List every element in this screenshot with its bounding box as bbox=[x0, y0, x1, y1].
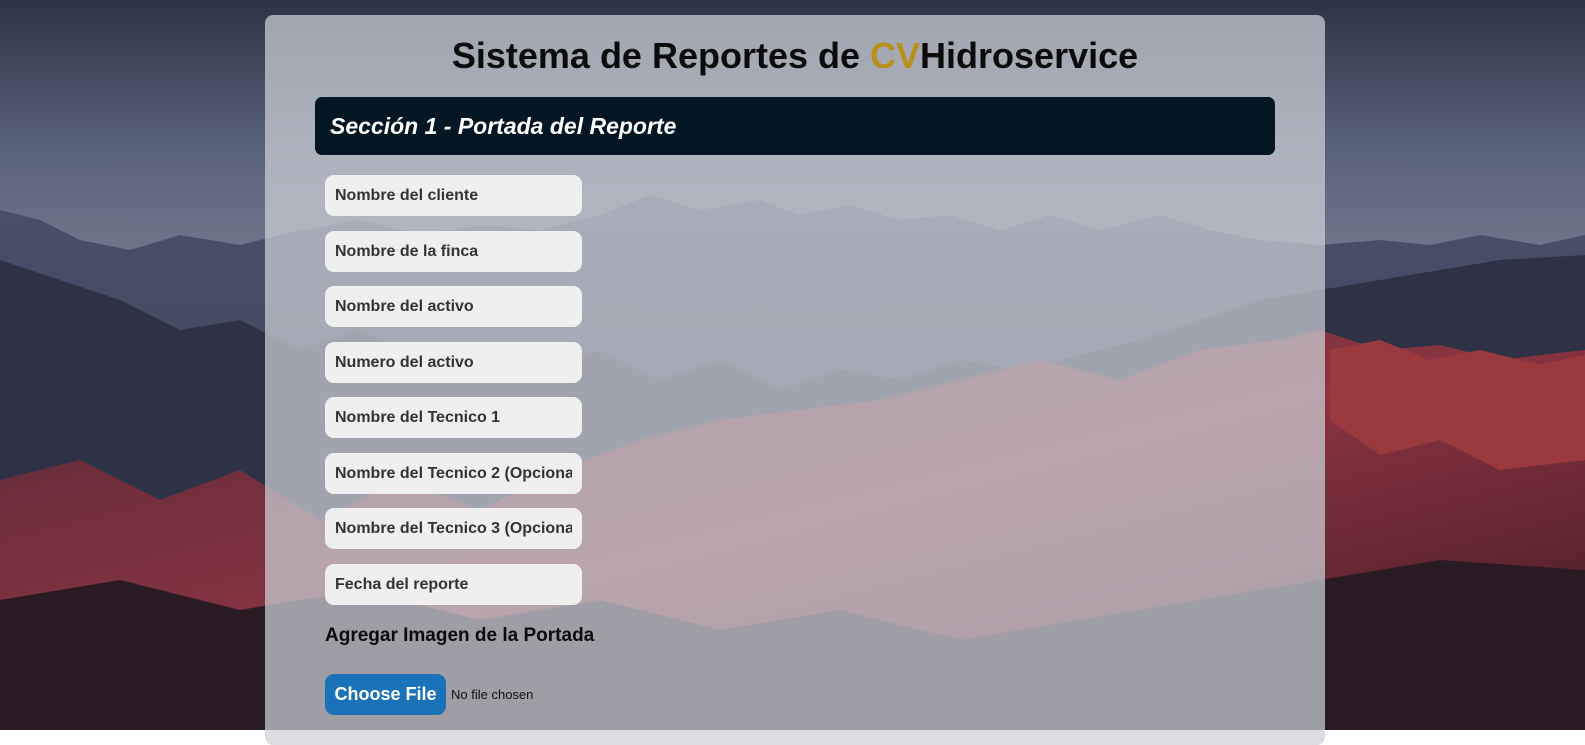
asset-number-input[interactable] bbox=[325, 342, 582, 383]
farm-name-input[interactable] bbox=[325, 231, 582, 272]
cover-image-file-input: Choose File No file chosen bbox=[325, 674, 533, 715]
title-accent: CV bbox=[870, 35, 921, 76]
section-1-header: Sección 1 - Portada del Reporte bbox=[315, 97, 1275, 155]
report-form-panel: Sistema de Reportes de CVHidroservice Se… bbox=[265, 15, 1325, 745]
page-title: Sistema de Reportes de CVHidroservice bbox=[265, 35, 1325, 77]
technician-3-input[interactable] bbox=[325, 508, 582, 549]
choose-file-button[interactable]: Choose File bbox=[325, 674, 446, 715]
file-status-text: No file chosen bbox=[451, 687, 534, 702]
cover-image-label: Agregar Imagen de la Portada bbox=[325, 625, 595, 646]
client-name-input[interactable] bbox=[325, 175, 582, 216]
asset-name-input[interactable] bbox=[325, 286, 582, 327]
report-date-input[interactable] bbox=[325, 564, 582, 605]
technician-1-input[interactable] bbox=[325, 397, 582, 438]
title-prefix: Sistema de Reportes de bbox=[451, 35, 871, 76]
title-suffix: Hidroservice bbox=[920, 35, 1139, 76]
technician-2-input[interactable] bbox=[325, 453, 582, 494]
section-1-heading: Sección 1 - Portada del Reporte bbox=[330, 112, 677, 139]
